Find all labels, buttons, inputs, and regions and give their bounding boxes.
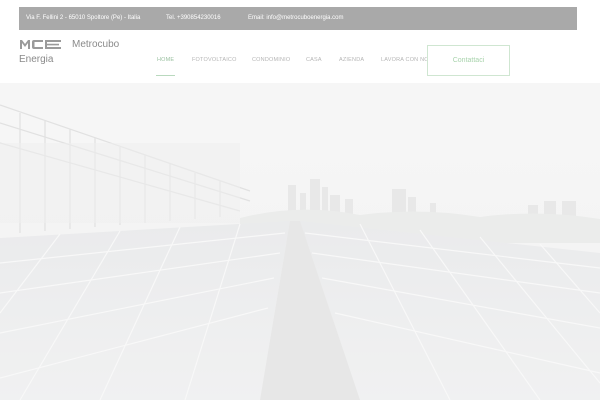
nav-item-fotovoltaico[interactable]: Fotovoltaico (192, 57, 237, 63)
logo-name-line1: Metrocubo (72, 39, 120, 50)
top-info-bar: Via F. Fellini 2 - 65010 Spoltore (Pe) -… (19, 7, 577, 30)
logo-name-line2: Energia (19, 54, 54, 65)
hero-image (0, 83, 600, 400)
nav-active-underline (156, 75, 175, 76)
nav-item-home[interactable]: Home (157, 57, 174, 63)
nav-item-lavora-con-noi[interactable]: Lavora con noi (381, 57, 430, 63)
nav-item-condominio[interactable]: Condominio (252, 57, 290, 63)
topbar-address: Via F. Fellini 2 - 65010 Spoltore (Pe) -… (26, 15, 141, 21)
topbar-email[interactable]: Email: info@metrocuboenergia.com (248, 15, 343, 21)
site-logo[interactable]: Metrocubo Energia (19, 37, 129, 67)
nav-item-casa[interactable]: Casa (306, 57, 322, 63)
nav-item-azienda[interactable]: Azienda (339, 57, 364, 63)
topbar-phone[interactable]: Tel. +390854230016 (166, 15, 221, 21)
contact-button[interactable]: Contattaci (427, 45, 510, 76)
mce-logo-icon (20, 40, 61, 49)
